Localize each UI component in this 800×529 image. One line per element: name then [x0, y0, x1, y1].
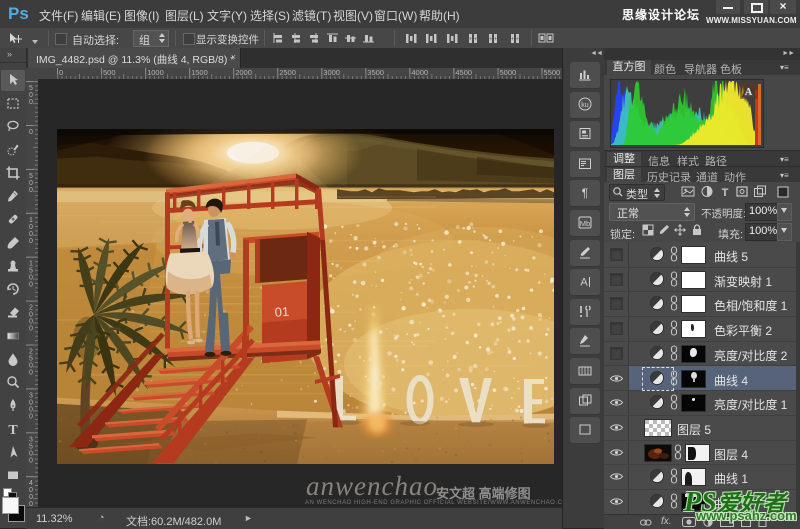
- svg-text:T: T: [8, 423, 18, 437]
- svg-text:2000: 2000: [29, 305, 33, 333]
- svg-text:500: 500: [103, 68, 116, 77]
- svg-text:A: A: [580, 277, 588, 289]
- svg-text:3500: 3500: [29, 436, 33, 464]
- svg-text:5000: 5000: [500, 68, 517, 77]
- svg-text:1500: 1500: [29, 261, 33, 289]
- svg-text:4500: 4500: [455, 68, 472, 77]
- svg-text:A: A: [745, 87, 753, 98]
- svg-text:0: 0: [29, 129, 33, 136]
- svg-text:2000: 2000: [235, 68, 252, 77]
- svg-text:0: 0: [59, 68, 63, 77]
- svg-text:1000: 1000: [29, 217, 33, 245]
- svg-text:3000: 3000: [323, 68, 340, 77]
- svg-text:3500: 3500: [367, 68, 384, 77]
- svg-text:2500: 2500: [279, 68, 296, 77]
- svg-text:Mb: Mb: [580, 219, 590, 228]
- svg-text:5500: 5500: [544, 68, 561, 77]
- svg-text:500: 500: [29, 85, 33, 106]
- svg-text:3000: 3000: [29, 392, 33, 420]
- svg-text:4000: 4000: [29, 480, 33, 507]
- svg-text:500: 500: [29, 173, 33, 194]
- svg-text:T: T: [722, 187, 729, 198]
- svg-text:1500: 1500: [191, 68, 208, 77]
- svg-text:2500: 2500: [29, 349, 33, 377]
- svg-text:1000: 1000: [147, 68, 164, 77]
- svg-text:ku: ku: [581, 102, 589, 109]
- svg-text:¶: ¶: [582, 186, 588, 200]
- svg-text:4000: 4000: [411, 68, 428, 77]
